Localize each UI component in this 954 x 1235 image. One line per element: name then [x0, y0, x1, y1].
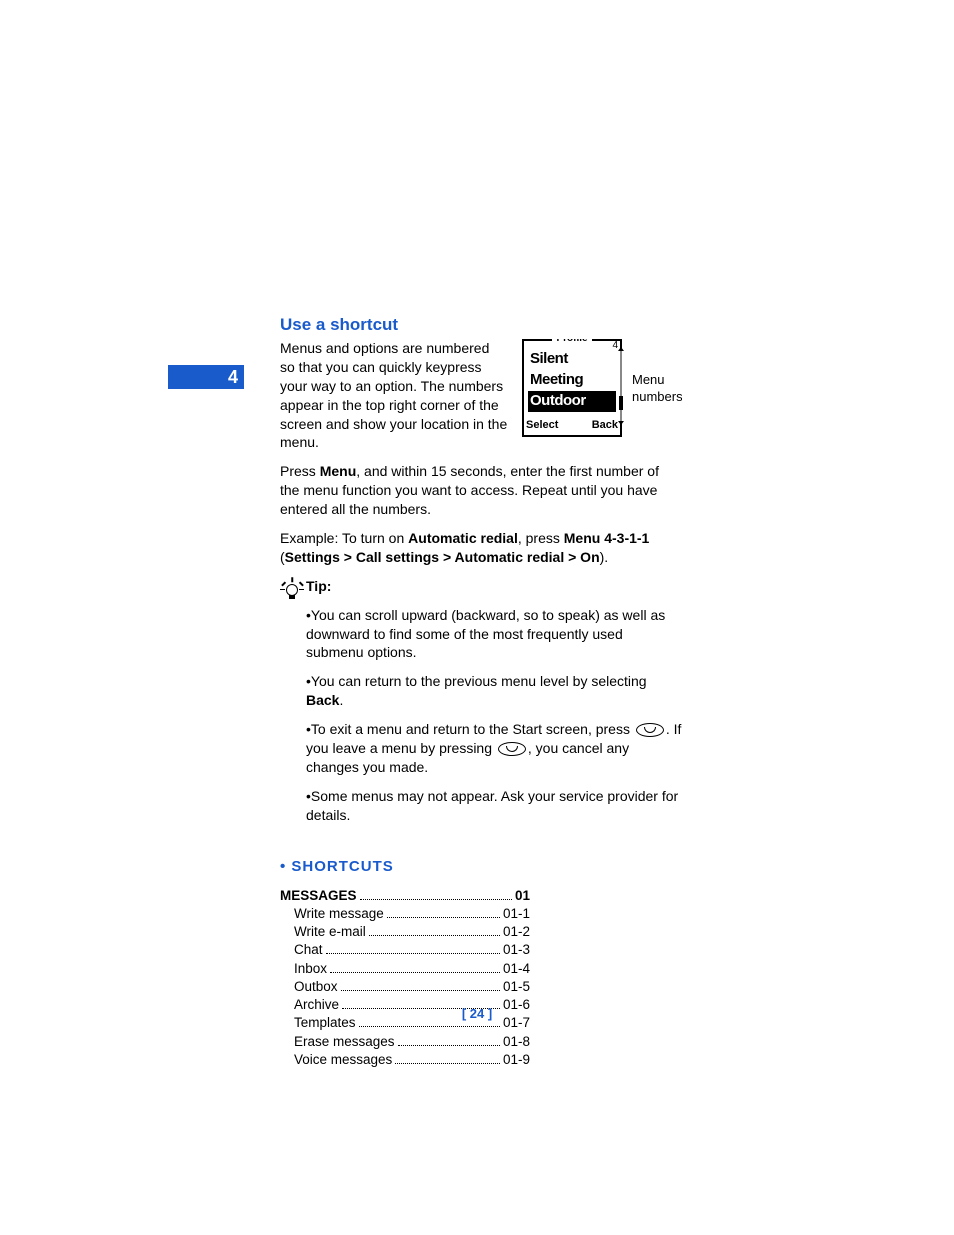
phone-screen: Profile 4 SilentMeetingOutdoor Select Ba…: [522, 339, 622, 437]
toc-head-num: 01: [515, 887, 530, 905]
toc-num: 01-8: [503, 1033, 530, 1051]
toc-label: Outbox: [294, 978, 338, 996]
tip-3: •To exit a menu and return to the Start …: [306, 720, 682, 777]
toc-num: 01-9: [503, 1051, 530, 1069]
page-content: Use a shortcut Menus and options are num…: [280, 314, 682, 1069]
toc-row: Write e-mail 01-2: [280, 923, 530, 941]
lightbulb-icon: [280, 577, 306, 835]
tip-4: •Some menus may not appear. Ask your ser…: [306, 787, 682, 825]
toc-num: 01-2: [503, 923, 530, 941]
profile-item: Meeting: [528, 370, 616, 390]
softkey-back: Back: [592, 418, 618, 433]
phone-title: Profile: [552, 339, 591, 344]
page-number: [ 24 ]: [0, 1005, 954, 1023]
toc-label: Erase messages: [294, 1033, 395, 1051]
toc-head: MESSAGES 01: [280, 887, 530, 905]
heading-use-shortcut: Use a shortcut: [280, 314, 682, 337]
toc-label: Inbox: [294, 960, 327, 978]
profile-item: Silent: [528, 349, 616, 369]
toc-row: Erase messages 01-8: [280, 1033, 530, 1051]
shortcuts-heading: SHORTCUTS: [280, 857, 682, 877]
intro-paragraph: Menus and options are numbered so that y…: [280, 339, 508, 452]
toc-row: Inbox 01-4: [280, 960, 530, 978]
phone-figure: Profile 4 SilentMeetingOutdoor Select Ba…: [522, 339, 682, 437]
callout-line2: numbers: [632, 388, 682, 406]
toc-label: Chat: [294, 941, 323, 959]
toc-row: Outbox 01-5: [280, 978, 530, 996]
toc-row: Chat 01-3: [280, 941, 530, 959]
end-key-icon: [498, 742, 526, 756]
toc: MESSAGES 01 Write message01-1Write e-mai…: [280, 887, 530, 1069]
tip-1: •You can scroll upward (backward, so to …: [306, 606, 682, 663]
toc-label: Voice messages: [294, 1051, 392, 1069]
toc-head-label: MESSAGES: [280, 887, 357, 905]
toc-label: Write e-mail: [294, 923, 366, 941]
toc-num: 01-5: [503, 978, 530, 996]
toc-num: 01-3: [503, 941, 530, 959]
press-menu-paragraph: Press Menu, and within 15 seconds, enter…: [280, 462, 682, 519]
toc-num: 01-1: [503, 905, 530, 923]
toc-row: Voice messages 01-9: [280, 1051, 530, 1069]
callout-menu-numbers: Menu numbers: [632, 371, 682, 406]
example-paragraph: Example: To turn on Automatic redial, pr…: [280, 529, 682, 567]
tip-label: Tip:: [306, 578, 331, 594]
bold-menu: Menu: [320, 463, 357, 479]
profile-item: Outdoor: [528, 391, 616, 411]
toc-num: 01-4: [503, 960, 530, 978]
tip-2: •You can return to the previous menu lev…: [306, 672, 682, 710]
toc-row: Write message 01-1: [280, 905, 530, 923]
chapter-tab: 4: [168, 365, 244, 389]
toc-label: Write message: [294, 905, 384, 923]
callout-line1: Menu: [632, 371, 682, 389]
end-key-icon: [636, 723, 664, 737]
softkey-select: Select: [526, 418, 558, 433]
phone-scrollbar: [618, 351, 622, 421]
